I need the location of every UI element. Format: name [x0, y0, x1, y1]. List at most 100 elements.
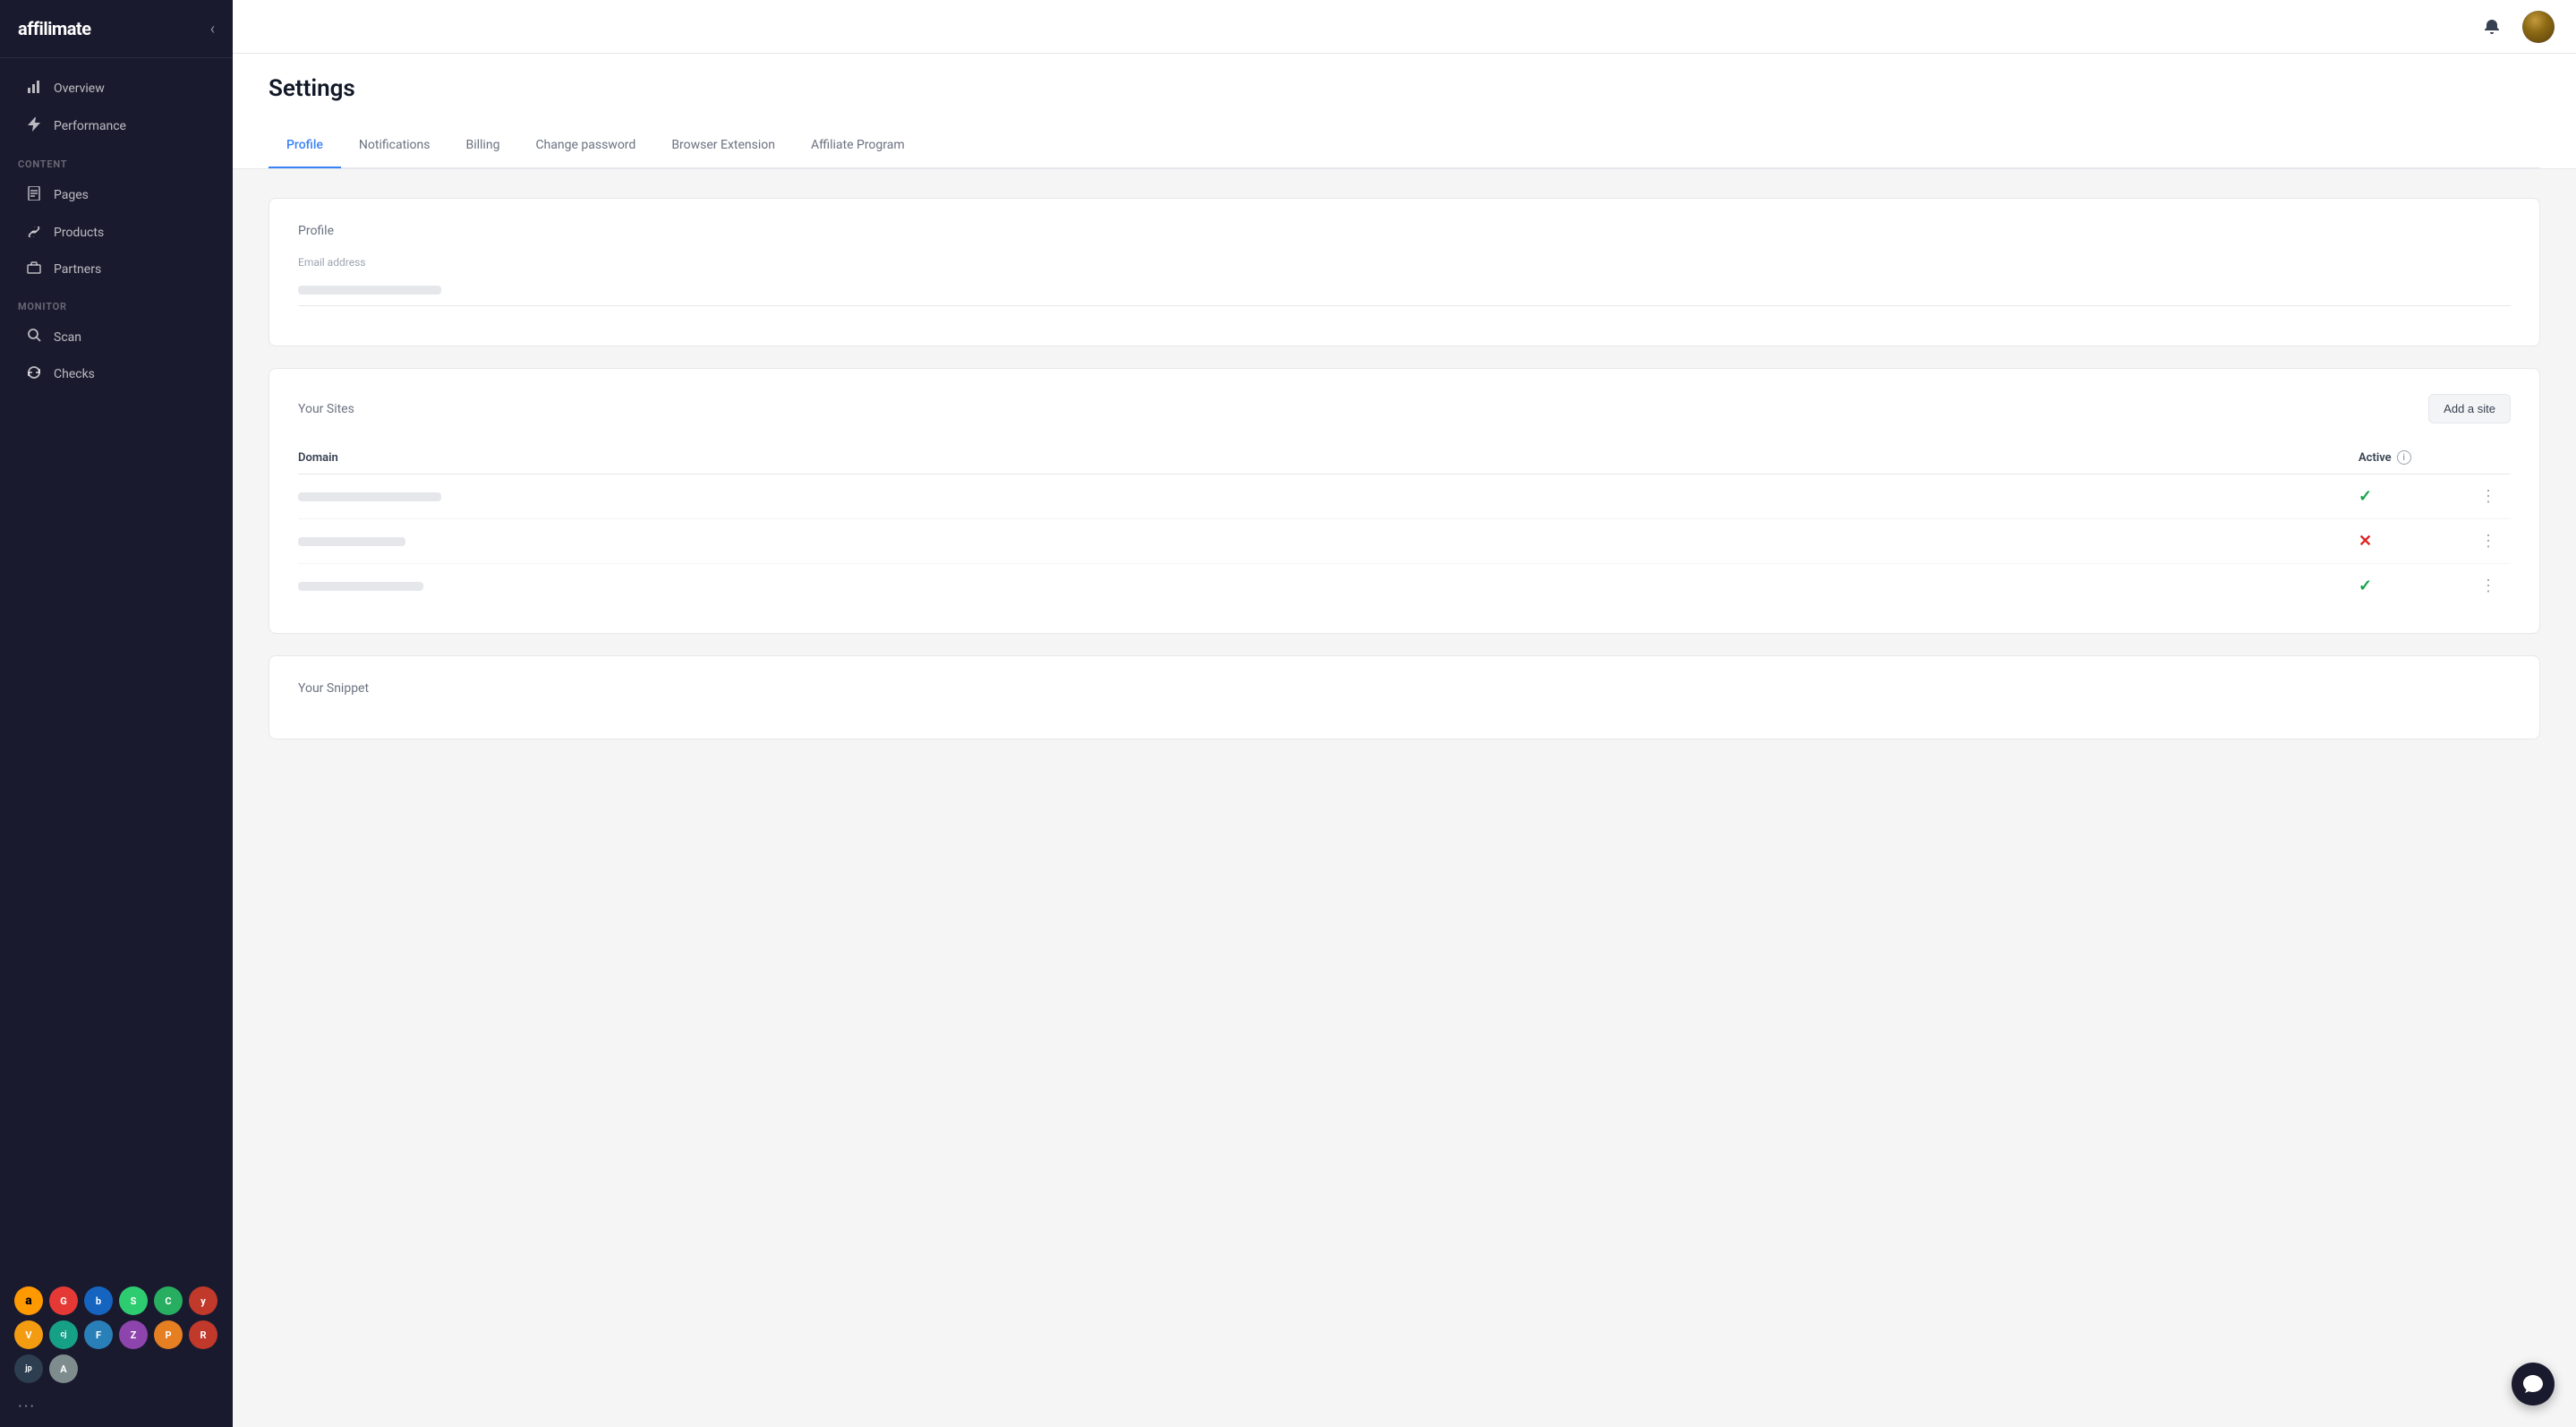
refresh-icon	[25, 365, 43, 382]
actions-cell: ⋮	[2466, 577, 2511, 595]
tab-notifications[interactable]: Notifications	[341, 124, 448, 168]
sidebar-item-label: Scan	[54, 330, 81, 345]
domain-value	[298, 537, 405, 546]
bolt-icon	[25, 117, 43, 135]
partner-logo-c[interactable]: C	[154, 1286, 183, 1315]
topbar	[233, 0, 2576, 54]
email-form-group: Email address	[298, 256, 2511, 306]
partner-logo-b[interactable]: b	[84, 1286, 113, 1315]
sidebar-nav: Overview Performance CONTENT Pages Produ…	[0, 58, 233, 1276]
domain-column-header: Domain	[298, 450, 2358, 465]
domain-cell	[298, 577, 2358, 594]
sidebar-item-products[interactable]: Products	[7, 215, 226, 250]
monitor-section-label: MONITOR	[0, 288, 233, 318]
sidebar-item-pages[interactable]: Pages	[7, 177, 226, 213]
email-field-wrapper[interactable]	[298, 274, 2511, 306]
notification-bell-button[interactable]	[2476, 11, 2508, 43]
sidebar-item-scan[interactable]: Scan	[7, 320, 226, 355]
sidebar-header: affilimate ‹	[0, 0, 233, 58]
sidebar-item-label: Performance	[54, 119, 126, 133]
active-cell: ✓	[2358, 487, 2466, 506]
partner-logo-f[interactable]: F	[84, 1320, 113, 1349]
snippet-section: Your Snippet	[269, 655, 2540, 739]
table-row: ✓ ⋮	[298, 564, 2511, 608]
sidebar-item-label: Products	[54, 226, 104, 240]
table-row: ✕ ⋮	[298, 519, 2511, 564]
email-label: Email address	[298, 256, 2511, 269]
more-dots: ···	[18, 1397, 36, 1416]
sidebar-item-label: Partners	[54, 262, 101, 277]
logo: affilimate	[18, 18, 91, 39]
link-icon	[25, 224, 43, 241]
partner-logo-r[interactable]: R	[189, 1320, 218, 1349]
partner-logo-g[interactable]: G	[49, 1286, 78, 1315]
active-cell: ✓	[2358, 577, 2466, 595]
table-header: Domain Active i	[298, 441, 2511, 474]
active-check-green: ✓	[2358, 577, 2372, 595]
main-area: Settings Profile Notifications Billing C…	[233, 0, 2576, 1427]
tab-change-password[interactable]: Change password	[517, 124, 653, 168]
row-more-button[interactable]: ⋮	[2466, 577, 2511, 595]
partner-logo-v[interactable]: V	[14, 1320, 43, 1349]
email-value-placeholder	[298, 286, 441, 295]
page-header: Settings Profile Notifications Billing C…	[233, 54, 2576, 169]
sites-section-title: Your Sites	[298, 402, 354, 416]
sidebar-item-label: Checks	[54, 367, 95, 381]
partner-logo-p[interactable]: P	[154, 1320, 183, 1349]
sidebar-item-checks[interactable]: Checks	[7, 356, 226, 391]
partner-logo-y[interactable]: y	[189, 1286, 218, 1315]
doc-icon	[25, 186, 43, 204]
row-more-button[interactable]: ⋮	[2466, 532, 2511, 551]
active-cell: ✕	[2358, 532, 2466, 551]
settings-tabs: Profile Notifications Billing Change pas…	[269, 124, 2540, 168]
sidebar: affilimate ‹ Overview Performance CONTEN…	[0, 0, 233, 1427]
row-more-button[interactable]: ⋮	[2466, 487, 2511, 506]
sidebar-item-partners[interactable]: Partners	[7, 252, 226, 286]
content-section-label: CONTENT	[0, 146, 233, 175]
user-avatar[interactable]	[2522, 11, 2555, 43]
partner-logos: a G b S C y V cj F Z P R jp A	[0, 1276, 233, 1394]
domain-value	[298, 492, 441, 501]
snippet-section-title: Your Snippet	[298, 681, 2511, 696]
actions-cell: ⋮	[2466, 487, 2511, 506]
partner-logo-amazon[interactable]: a	[14, 1286, 43, 1315]
sidebar-item-overview[interactable]: Overview	[7, 71, 226, 107]
page-title-area: Settings	[269, 54, 2540, 102]
bar-chart-icon	[25, 80, 43, 98]
page-title: Settings	[269, 75, 2540, 102]
sidebar-collapse-button[interactable]: ‹	[210, 20, 215, 38]
tab-profile[interactable]: Profile	[269, 124, 341, 168]
tab-browser-extension[interactable]: Browser Extension	[653, 124, 793, 168]
search-icon	[25, 329, 43, 346]
add-site-button[interactable]: Add a site	[2428, 394, 2511, 423]
tab-billing[interactable]: Billing	[448, 124, 518, 168]
sites-header: Your Sites Add a site	[298, 394, 2511, 423]
tab-affiliate-program[interactable]: Affiliate Program	[793, 124, 923, 168]
page-body: Profile Email address Your Sites Add a s…	[233, 169, 2576, 1427]
domain-value	[298, 582, 423, 591]
partner-logo-cj[interactable]: cj	[49, 1320, 78, 1349]
active-check-green: ✓	[2358, 487, 2372, 506]
actions-cell: ⋮	[2466, 532, 2511, 551]
partner-logo-z[interactable]: Z	[119, 1320, 148, 1349]
domain-cell	[298, 533, 2358, 550]
partner-logo-a2[interactable]: A	[49, 1354, 78, 1383]
table-row: ✓ ⋮	[298, 474, 2511, 519]
sidebar-item-label: Overview	[54, 81, 105, 96]
partner-logo-s[interactable]: S	[119, 1286, 148, 1315]
sidebar-item-label: Pages	[54, 188, 89, 202]
briefcase-icon	[25, 261, 43, 278]
profile-section: Profile Email address	[269, 198, 2540, 346]
profile-section-title: Profile	[298, 224, 2511, 238]
sites-table: Domain Active i ✓ ⋮	[298, 441, 2511, 608]
partner-logo-jp[interactable]: jp	[14, 1354, 43, 1383]
active-column-header: Active i	[2358, 450, 2466, 465]
sites-section: Your Sites Add a site Domain Active i	[269, 368, 2540, 634]
active-info-icon[interactable]: i	[2397, 450, 2411, 465]
sidebar-item-performance[interactable]: Performance	[7, 108, 226, 144]
domain-cell	[298, 488, 2358, 505]
more-logos-button[interactable]: ···	[0, 1394, 233, 1427]
chat-button[interactable]	[2512, 1363, 2555, 1406]
avatar-image	[2522, 11, 2555, 43]
active-check-red: ✕	[2358, 532, 2372, 551]
